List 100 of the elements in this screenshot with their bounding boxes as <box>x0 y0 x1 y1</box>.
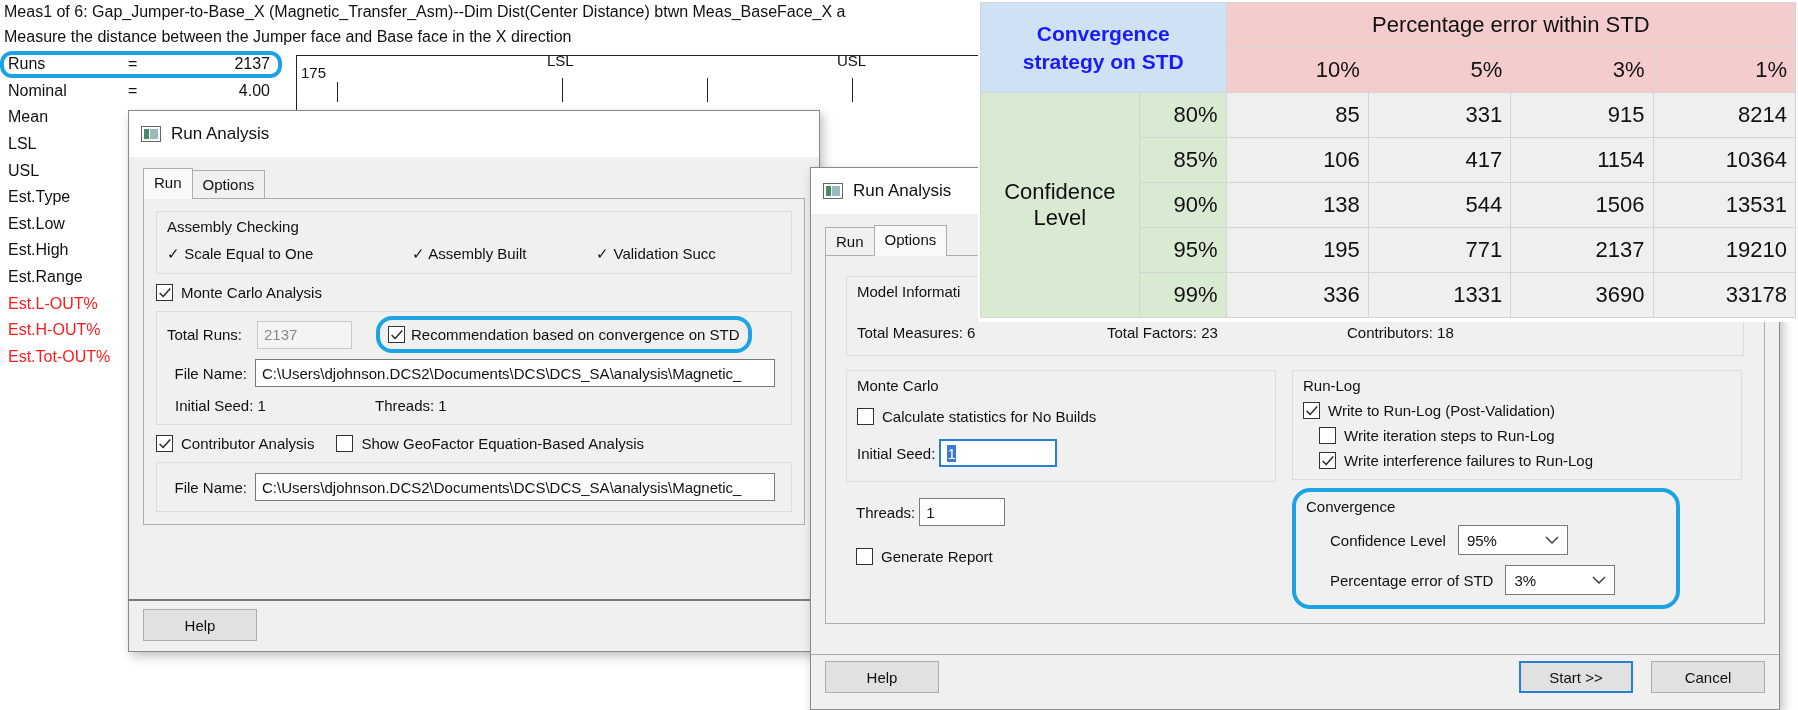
checkbox-label: Write iteration steps to Run-Log <box>1344 427 1555 444</box>
table-header: 95% <box>1139 227 1227 273</box>
stat-value: 4.00 <box>237 81 270 100</box>
field-label: Confidence Level <box>1330 531 1446 549</box>
field-label: Total Runs: <box>167 326 244 343</box>
checkbox[interactable] <box>156 435 173 452</box>
measure-title: Meas1 of 6: Gap_Jumper-to-Base_X (Magnetic_Transfer_Asm)--Dim Dist(Center Distance) btwn Meas_BaseFace_X a <box>4 2 846 22</box>
table-cell: 106 <box>1226 137 1369 183</box>
table-header: 85% <box>1139 137 1227 183</box>
tab[interactable]: Options <box>873 225 948 256</box>
stat-label: Est.Low <box>8 214 66 233</box>
input-field[interactable]: 1 <box>939 439 1058 467</box>
table-cell: 8214 <box>1653 92 1796 138</box>
table-header: 5% <box>1368 47 1511 93</box>
checkbox-label: Recommendation based on convergence on STD <box>411 326 740 343</box>
limit-label: LSL <box>547 52 574 69</box>
table-cell: 33178 <box>1653 272 1796 318</box>
measure-description: Measure the distance between the Jumper face and Base face in the X direction <box>4 27 572 47</box>
info-text: Threads: 1 <box>375 397 447 414</box>
field-label: Percentage error of STD <box>1330 571 1494 589</box>
info-text: Contributors: 18 <box>1347 324 1455 341</box>
dropdown[interactable]: 3% <box>1505 565 1616 595</box>
equals-sign: = <box>128 55 139 74</box>
axis-tick-label: 175 <box>301 64 327 81</box>
stat-label: Est.Type <box>8 188 72 207</box>
stat-label: Est.L-OUT% <box>8 294 99 313</box>
dialog-title: Run Analysis <box>853 181 952 201</box>
checkbox[interactable] <box>156 284 173 301</box>
table-cell: 138 <box>1226 182 1369 228</box>
table-cell: 771 <box>1368 227 1511 273</box>
dialog-button[interactable]: Start >> <box>1519 661 1633 693</box>
table-cell: 85 <box>1226 92 1369 138</box>
checkbox[interactable] <box>1303 402 1320 419</box>
table-header: 99% <box>1139 272 1227 318</box>
table-cell: 1154 <box>1510 137 1654 183</box>
table-cell: 19210 <box>1653 227 1796 273</box>
checkbox-label: Generate Report <box>881 548 993 565</box>
dialog-title: Run Analysis <box>171 124 270 144</box>
input-field[interactable]: 1 <box>919 498 1006 526</box>
group-title: Convergence <box>1306 498 1396 515</box>
group-title: Model Informati <box>857 283 961 300</box>
table-header: 10% <box>1226 47 1369 93</box>
checkbox-label: Write interference failures to Run-Log <box>1344 452 1593 469</box>
table-cell: 915 <box>1510 92 1654 138</box>
dialog-button[interactable]: Help <box>825 661 939 693</box>
table-cell: 417 <box>1368 137 1511 183</box>
limit-label: USL <box>837 52 867 69</box>
group-title: Monte Carlo <box>857 377 939 394</box>
dropdown[interactable]: 95% <box>1457 525 1568 555</box>
checkbox[interactable] <box>1319 452 1336 469</box>
group-title: Run-Log <box>1303 377 1361 394</box>
checkbox-label: Write to Run-Log (Post-Validation) <box>1328 402 1556 419</box>
stat-label: Est.High <box>8 241 70 260</box>
field-label: Threads: <box>856 503 916 521</box>
table-cell: 2137 <box>1510 227 1654 273</box>
info-text: Initial Seed: 1 <box>175 397 267 414</box>
table-cell: 3690 <box>1510 272 1654 318</box>
checkbox-label: Calculate statistics for No Builds <box>882 408 1097 425</box>
input-field[interactable]: C:\Users\djohnson.DCS2\Documents\DCS\DCS_SA\analysis\Magnetic_ <box>255 473 775 501</box>
table-header: 1% <box>1653 47 1796 93</box>
checkbox[interactable] <box>336 435 354 452</box>
table-header: 90% <box>1139 182 1227 228</box>
check-item: ✓ Scale Equal to One <box>167 245 315 263</box>
info-text: Total Measures: 6 <box>857 324 977 341</box>
group-title: Assembly Checking <box>167 218 299 235</box>
table-cell: 544 <box>1368 182 1511 228</box>
field-label: Initial Seed: <box>857 444 936 462</box>
table-cell: 331 <box>1368 92 1511 138</box>
table-header: 80% <box>1139 92 1227 138</box>
field-label: File Name: <box>173 478 247 496</box>
caret-icon <box>1592 575 1607 585</box>
check-item: ✓ Assembly Built <box>411 245 528 263</box>
tab[interactable]: Run <box>825 227 875 255</box>
tab[interactable]: Options <box>191 170 266 198</box>
stat-label: Est.H-OUT% <box>8 321 102 340</box>
tab[interactable]: Run <box>143 168 193 199</box>
info-text: Total Factors: 23 <box>1107 324 1219 341</box>
stat-value: 2137 <box>233 55 270 74</box>
checkbox[interactable] <box>388 326 405 343</box>
checkbox[interactable] <box>857 408 874 425</box>
input-field[interactable]: C:\Users\djohnson.DCS2\Documents\DCS\DCS_SA\analysis\Magnetic_ <box>255 359 775 387</box>
stat-label: Est.Range <box>8 268 84 287</box>
app-icon <box>141 126 161 142</box>
dialog-button[interactable]: Cancel <box>1651 661 1765 693</box>
checkbox-label: Monte Carlo Analysis <box>181 284 322 301</box>
checkbox[interactable] <box>856 548 873 565</box>
check-item: ✓ Validation Succ <box>596 245 717 263</box>
app-icon <box>823 183 843 199</box>
checkbox[interactable] <box>1319 427 1336 444</box>
stat-label: Mean <box>8 108 50 127</box>
field-label: File Name: <box>173 364 247 382</box>
table-header: Convergence strategy on STD <box>980 2 1227 93</box>
stat-label: Runs <box>8 55 47 74</box>
dialog-button[interactable]: Help <box>143 609 257 641</box>
table-header: Percentage error within STD <box>1226 2 1796 48</box>
stat-label: USL <box>8 161 41 180</box>
caret-icon <box>1544 535 1559 545</box>
table-cell: 1506 <box>1510 182 1654 228</box>
checkbox-label: Show GeoFactor Equation-Based Analysis <box>361 435 645 452</box>
stat-label: Est.Tot-OUT% <box>8 347 112 366</box>
